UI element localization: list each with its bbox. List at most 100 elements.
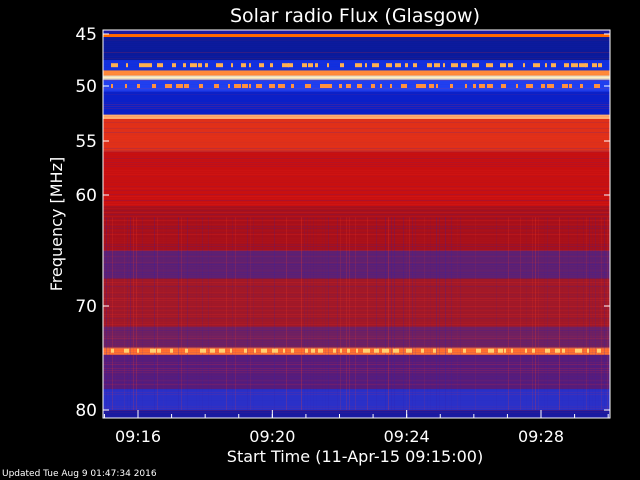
interference-blip xyxy=(270,63,273,68)
interference-blip xyxy=(555,348,560,353)
texture-streak xyxy=(208,217,209,410)
texture-streak xyxy=(307,217,308,410)
texture-line xyxy=(103,174,610,175)
texture-line xyxy=(103,268,610,269)
texture-line xyxy=(103,160,610,161)
texture-streak xyxy=(247,217,248,410)
texture-line xyxy=(103,272,610,273)
interference-blip xyxy=(152,84,156,88)
interference-blip xyxy=(139,63,145,68)
texture-line xyxy=(103,384,610,385)
texture-line xyxy=(103,232,610,233)
interference-blip xyxy=(598,63,602,68)
interference-blip xyxy=(291,84,294,88)
interference-blip xyxy=(585,63,588,68)
interference-blip xyxy=(504,348,506,353)
interference-blip xyxy=(283,348,285,353)
texture-line xyxy=(103,208,610,209)
texture-line xyxy=(103,260,610,261)
texture-line xyxy=(103,68,610,69)
texture-streak xyxy=(607,217,608,410)
texture-line xyxy=(103,88,610,89)
interference-blip xyxy=(545,348,550,353)
interference-blip xyxy=(451,63,458,68)
interference-blip xyxy=(214,84,219,88)
interference-blip xyxy=(545,63,547,68)
interference-blip xyxy=(137,348,139,353)
texture-streak xyxy=(586,217,587,410)
interference-blip xyxy=(288,63,293,68)
interference-blip xyxy=(111,84,113,88)
interference-blip xyxy=(511,348,513,353)
texture-streak xyxy=(235,217,236,410)
texture-line xyxy=(103,132,610,133)
texture-streak xyxy=(313,217,314,410)
texture-line xyxy=(103,382,610,383)
interference-blip xyxy=(434,63,440,68)
texture-line xyxy=(103,80,610,81)
texture-streak xyxy=(133,217,134,410)
texture-streak xyxy=(349,217,350,410)
x-tick-label: 09:24 xyxy=(384,427,430,446)
texture-line xyxy=(103,274,610,275)
interference-blip xyxy=(564,63,569,68)
texture-streak xyxy=(559,217,560,410)
texture-line xyxy=(103,332,610,333)
interference-blip xyxy=(249,63,251,68)
texture-line xyxy=(103,212,610,213)
texture-streak xyxy=(508,217,509,410)
texture-line xyxy=(103,240,610,241)
texture-streak xyxy=(286,217,287,410)
texture-streak xyxy=(163,217,164,410)
x-tick-label: 09:20 xyxy=(249,427,295,446)
texture-streak xyxy=(445,217,446,410)
texture-streak xyxy=(427,217,428,410)
interference-blip xyxy=(547,84,554,88)
texture-streak xyxy=(322,217,323,410)
texture-line xyxy=(103,32,610,33)
texture-streak xyxy=(226,217,227,410)
texture-line xyxy=(103,110,610,111)
texture-streak xyxy=(535,217,536,410)
texture-line xyxy=(103,266,610,267)
interference-blip xyxy=(463,348,466,353)
interference-blip xyxy=(183,63,186,68)
texture-line xyxy=(103,202,610,203)
interference-blip xyxy=(145,63,152,68)
texture-line xyxy=(103,394,610,395)
interference-blip xyxy=(356,348,358,353)
texture-line xyxy=(103,254,610,255)
interference-blip xyxy=(272,348,278,353)
x-tick-label: 09:28 xyxy=(518,427,564,446)
texture-streak xyxy=(496,217,497,410)
texture-line xyxy=(103,304,610,305)
interference-blip xyxy=(562,84,568,88)
texture-line xyxy=(103,248,610,249)
texture-line xyxy=(103,398,610,399)
texture-line xyxy=(103,190,610,191)
texture-line xyxy=(103,102,610,103)
texture-line xyxy=(103,314,610,315)
texture-line xyxy=(103,94,610,95)
texture-line xyxy=(103,406,610,407)
texture-line xyxy=(103,78,610,79)
texture-line xyxy=(103,40,610,41)
texture-line xyxy=(103,250,610,251)
texture-line xyxy=(103,220,610,221)
interference-blip xyxy=(551,63,556,68)
y-tick-label: 45 xyxy=(75,25,97,45)
interference-blip xyxy=(254,348,256,353)
texture-line xyxy=(103,338,610,339)
texture-line xyxy=(103,326,610,327)
texture-line xyxy=(103,346,610,347)
texture-line xyxy=(103,36,610,37)
interference-blip xyxy=(184,84,189,88)
interference-blip xyxy=(137,84,140,88)
texture-line xyxy=(103,70,610,71)
updated-timestamp: Updated Tue Aug 9 01:47:34 2016 xyxy=(2,469,157,479)
texture-streak xyxy=(592,217,593,410)
texture-streak xyxy=(169,217,170,410)
interference-blip xyxy=(305,84,311,88)
texture-line xyxy=(103,280,610,281)
texture-line xyxy=(103,294,610,295)
